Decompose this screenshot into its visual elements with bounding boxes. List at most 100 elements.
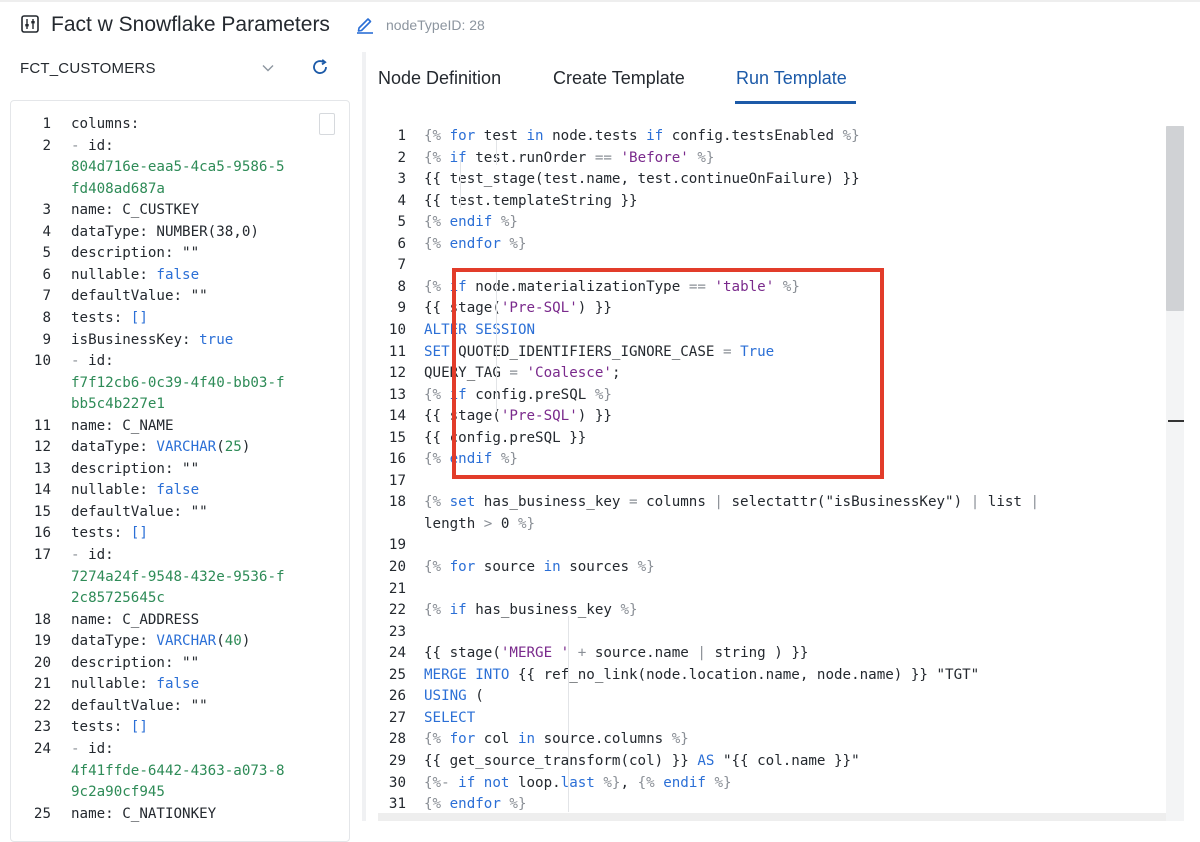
code-text: 4f41ffde-6442-4363-a073-8 bbox=[71, 761, 285, 782]
tab-create-template[interactable]: Create Template bbox=[553, 68, 685, 89]
code-line[interactable]: 25 MERGE INTO {{ ref_no_link(node.locati… bbox=[378, 665, 1200, 686]
vertical-scrollbar-thumb[interactable] bbox=[1166, 126, 1184, 311]
code-token: columns: bbox=[71, 116, 140, 132]
code-line[interactable]: 30 {%- if not loop.last %}, {% endif %} bbox=[378, 773, 1200, 794]
code-line[interactable]: 4 {{ test.templateString }} bbox=[378, 191, 1200, 212]
code-line[interactable]: fd408ad687a bbox=[11, 179, 349, 200]
code-line[interactable]: 19 bbox=[378, 535, 1200, 556]
code-line[interactable]: 16 tests: [] bbox=[11, 523, 349, 544]
code-line[interactable]: 6 nullable: false bbox=[11, 265, 349, 286]
line-number: 14 bbox=[388, 408, 406, 425]
code-line[interactable]: 25 name: C_NATIONKEY bbox=[11, 804, 349, 825]
code-line[interactable]: 6 {% endfor %} bbox=[378, 234, 1200, 255]
line-number: 12 bbox=[388, 365, 406, 382]
code-token: defaultValue: "" bbox=[71, 503, 208, 520]
code-token: name: C_NATIONKEY bbox=[71, 805, 217, 822]
code-token: nullable: bbox=[71, 482, 157, 499]
code-line[interactable]: 4f41ffde-6442-4363-a073-8 bbox=[11, 761, 349, 782]
code-token: {% bbox=[424, 128, 450, 144]
code-line[interactable]: 2 - id: bbox=[11, 136, 349, 157]
code-line[interactable]: 4 dataType: NUMBER(38,0) bbox=[11, 222, 349, 243]
code-line[interactable]: 8 tests: [] bbox=[11, 308, 349, 329]
code-token: defaultValue: "" bbox=[71, 697, 208, 714]
active-tab-indicator bbox=[735, 101, 856, 104]
code-line[interactable]: 2c85725645c bbox=[11, 588, 349, 609]
code-line[interactable]: bb5c4b227e1 bbox=[11, 394, 349, 415]
code-token: for bbox=[449, 559, 476, 575]
code-token: 25 bbox=[224, 439, 242, 456]
code-line[interactable]: 20 {% for source in sources %} bbox=[378, 557, 1200, 578]
line-number: 5 bbox=[397, 214, 406, 231]
code-line[interactable]: 19 dataType: VARCHAR(40) bbox=[11, 631, 349, 652]
code-line[interactable]: 20 description: "" bbox=[11, 653, 349, 674]
code-line[interactable]: 10 - id: bbox=[11, 351, 349, 372]
code-line[interactable]: 9c2a90cf945 bbox=[11, 782, 349, 803]
code-line[interactable]: 804d716e-eaa5-4ca5-9586-5 bbox=[11, 157, 349, 178]
code-line[interactable]: 26 USING ( bbox=[378, 686, 1200, 707]
code-token: %} bbox=[842, 128, 860, 144]
code-token: 9c2a90cf945 bbox=[71, 784, 165, 801]
code-line[interactable]: length > 0 %} bbox=[378, 514, 1200, 535]
code-text: name: C_ADDRESS bbox=[71, 610, 199, 631]
tab-run-template[interactable]: Run Template bbox=[736, 68, 847, 89]
refresh-icon[interactable] bbox=[310, 57, 330, 77]
line-number: 16 bbox=[388, 451, 406, 468]
code-line[interactable]: 23 tests: [] bbox=[11, 717, 349, 738]
code-line[interactable]: 5 description: "" bbox=[11, 243, 349, 264]
code-token: %} bbox=[714, 774, 732, 791]
code-line[interactable]: 7274a24f-9548-432e-9536-f bbox=[11, 567, 349, 588]
code-line[interactable]: 27 SELECT bbox=[378, 708, 1200, 729]
code-text: nullable: false bbox=[71, 480, 199, 501]
code-line[interactable]: 22 defaultValue: "" bbox=[11, 696, 349, 717]
code-line[interactable]: 12 dataType: VARCHAR(25) bbox=[11, 437, 349, 458]
node-selector[interactable]: FCT_CUSTOMERS bbox=[20, 60, 156, 77]
code-line[interactable]: 31 {% endfor %} bbox=[378, 794, 1200, 815]
code-token: id: bbox=[88, 353, 114, 370]
line-number: 23 bbox=[33, 719, 51, 736]
tab-node-definition[interactable]: Node Definition bbox=[378, 68, 501, 89]
line-number: 5 bbox=[42, 245, 51, 262]
code-text: fd408ad687a bbox=[71, 179, 165, 200]
code-text: {% set has_business_key = columns | sele… bbox=[424, 492, 1039, 513]
code-line[interactable]: 15 defaultValue: "" bbox=[11, 502, 349, 523]
code-line[interactable]: 1 {% for test in node.tests if config.tes… bbox=[378, 126, 1200, 147]
code-line[interactable]: 3 name: C_CUSTKEY bbox=[11, 200, 349, 221]
panel-resizer[interactable] bbox=[362, 52, 366, 821]
code-line[interactable]: 3 {{ test_stage(test.name, test.continue… bbox=[378, 169, 1200, 190]
code-token: test.runOrder bbox=[466, 149, 595, 166]
code-token: in bbox=[526, 128, 544, 144]
code-token: - bbox=[71, 353, 89, 370]
code-line[interactable]: 5 {% endif %} bbox=[378, 212, 1200, 233]
code-line[interactable]: 7 defaultValue: "" bbox=[11, 286, 349, 307]
code-line[interactable]: 21 nullable: false bbox=[11, 674, 349, 695]
code-line[interactable]: 13 description: "" bbox=[11, 459, 349, 480]
code-line[interactable]: 14 nullable: false bbox=[11, 480, 349, 501]
code-line[interactable]: f7f12cb6-0c39-4f40-bb03-f bbox=[11, 373, 349, 394]
code-line[interactable]: 1 columns: bbox=[11, 114, 349, 135]
code-line[interactable]: 2 {% if test.runOrder == 'Before' %} bbox=[378, 148, 1200, 169]
code-line[interactable]: 23 bbox=[378, 622, 1200, 643]
code-line[interactable]: 28 {% for col in source.columns %} bbox=[378, 729, 1200, 750]
code-line[interactable]: 17 - id: bbox=[11, 545, 349, 566]
code-line[interactable]: 22 {% if has_business_key %} bbox=[378, 600, 1200, 621]
code-line[interactable]: 9 isBusinessKey: true bbox=[11, 330, 349, 351]
code-line[interactable]: 24 {{ stage('MERGE ' + source.name | str… bbox=[378, 643, 1200, 664]
pencil-edit-icon[interactable] bbox=[355, 14, 375, 34]
code-token: {% bbox=[424, 214, 450, 231]
code-token: description: "" bbox=[71, 460, 200, 477]
code-line[interactable]: 24 - id: bbox=[11, 739, 349, 760]
code-text: f7f12cb6-0c39-4f40-bb03-f bbox=[71, 373, 285, 394]
code-line[interactable]: 29 {{ get_source_transform(col) }} AS "{… bbox=[378, 751, 1200, 772]
code-line[interactable]: 11 name: C_NAME bbox=[11, 416, 349, 437]
code-line[interactable]: 21 bbox=[378, 579, 1200, 600]
line-number: 7 bbox=[42, 288, 51, 305]
code-text: 7274a24f-9548-432e-9536-f bbox=[71, 567, 285, 588]
horizontal-scrollbar[interactable] bbox=[378, 813, 1166, 821]
code-token: {% bbox=[424, 731, 450, 748]
code-line[interactable]: 18 {% set has_business_key = columns | s… bbox=[378, 492, 1200, 513]
chevron-down-icon[interactable] bbox=[260, 60, 276, 76]
code-line[interactable]: 18 name: C_ADDRESS bbox=[11, 610, 349, 631]
code-token: bb5c4b227e1 bbox=[71, 396, 165, 413]
yaml-editor[interactable]: 1 columns: 2 - id: 804d716e-eaa5-4ca5-9586-… bbox=[10, 100, 350, 842]
